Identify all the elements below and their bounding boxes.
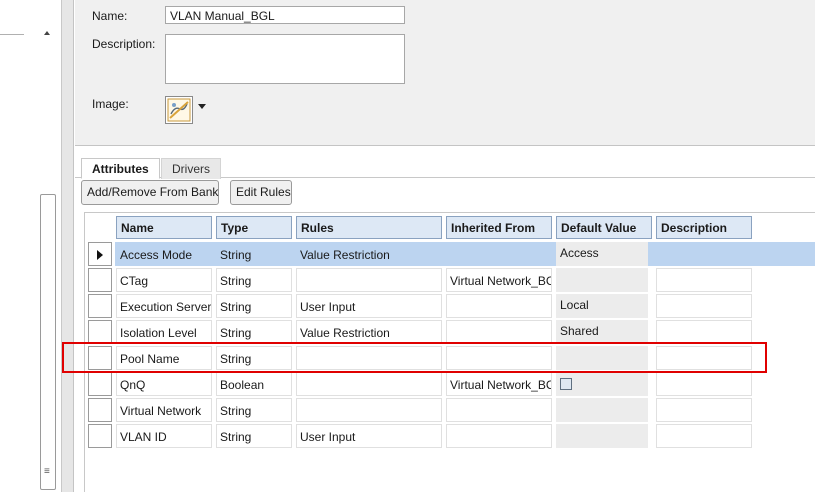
table-row[interactable]: VLAN ID String User Input [85, 423, 815, 449]
tab-drivers[interactable]: Drivers [161, 158, 221, 179]
cell-rules[interactable] [296, 372, 442, 396]
cell-name[interactable]: Access Mode [116, 242, 212, 266]
cell-default-value[interactable] [556, 268, 648, 292]
cell-type[interactable]: String [216, 424, 292, 448]
cell-description[interactable] [656, 242, 752, 266]
cell-rules[interactable]: User Input [296, 424, 442, 448]
cell-description[interactable] [656, 294, 752, 318]
tab-strip: Attributes Drivers [75, 158, 815, 179]
highlight-box [62, 342, 767, 373]
cell-type[interactable]: String [216, 398, 292, 422]
cell-type[interactable]: String [216, 294, 292, 318]
left-pane: ≡ [0, 0, 62, 492]
cell-type[interactable]: Boolean [216, 372, 292, 396]
vertical-scrollbar[interactable]: ≡ [40, 194, 56, 490]
current-row-pointer-icon [97, 250, 103, 260]
grid-header: Name Type Rules Inherited From Default V… [85, 213, 815, 241]
attributes-content: Attributes Drivers Add/Remove From Bank … [75, 146, 815, 492]
cell-description[interactable] [656, 320, 752, 344]
cell-rules[interactable] [296, 268, 442, 292]
table-row[interactable]: QnQ Boolean Virtual Network_BC [85, 371, 815, 397]
cell-inherited-from[interactable]: Virtual Network_BC [446, 268, 552, 292]
cell-name[interactable]: Virtual Network [116, 398, 212, 422]
cell-inherited-from[interactable]: Virtual Network_BC [446, 372, 552, 396]
cell-rules[interactable]: Value Restriction [296, 320, 442, 344]
add-remove-from-bank-button[interactable]: Add/Remove From Bank [81, 180, 219, 205]
table-row[interactable]: Access Mode String Value Restriction Acc… [85, 241, 815, 267]
properties-header: Name: VLAN Manual_BGL Description: Image… [75, 0, 815, 146]
tab-attributes[interactable]: Attributes [81, 158, 160, 179]
name-label: Name: [92, 9, 128, 23]
row-selector[interactable] [88, 242, 112, 266]
cell-default-value[interactable]: Local [556, 294, 648, 318]
row-selector[interactable] [88, 372, 112, 396]
cell-name[interactable]: QnQ [116, 372, 212, 396]
cell-type[interactable]: String [216, 320, 292, 344]
cell-inherited-from[interactable] [446, 242, 552, 266]
network-image-icon [167, 98, 191, 122]
row-selector[interactable] [88, 398, 112, 422]
cell-default-value[interactable] [556, 424, 648, 448]
cell-description[interactable] [656, 424, 752, 448]
image-dropdown-caret-icon[interactable] [198, 104, 206, 109]
cell-inherited-from[interactable] [446, 398, 552, 422]
cell-default-value[interactable] [556, 398, 648, 422]
description-label: Description: [92, 37, 156, 51]
row-selector[interactable] [88, 268, 112, 292]
cell-rules[interactable] [296, 398, 442, 422]
column-header-description[interactable]: Description [656, 216, 752, 239]
cell-inherited-from[interactable] [446, 294, 552, 318]
cell-type[interactable]: String [216, 268, 292, 292]
cell-name[interactable]: Isolation Level [116, 320, 212, 344]
cell-description[interactable] [656, 398, 752, 422]
cell-default-value[interactable]: Shared [556, 320, 648, 344]
cell-default-value[interactable] [556, 372, 648, 396]
column-header-rules[interactable]: Rules [296, 216, 442, 239]
cell-default-value[interactable]: Access [556, 242, 648, 266]
edit-rules-button[interactable]: Edit Rules [230, 180, 292, 205]
cell-description[interactable] [656, 372, 752, 396]
image-picker-button[interactable] [165, 96, 193, 124]
cell-name[interactable]: VLAN ID [116, 424, 212, 448]
scroll-grip-icon: ≡ [44, 466, 50, 477]
table-row[interactable]: Virtual Network String [85, 397, 815, 423]
cell-description[interactable] [656, 268, 752, 292]
cell-name[interactable]: Execution Server [116, 294, 212, 318]
cell-type[interactable]: String [216, 242, 292, 266]
table-row[interactable]: CTag String Virtual Network_BC [85, 267, 815, 293]
description-field[interactable] [165, 34, 405, 84]
column-header-inherited-from[interactable]: Inherited From [446, 216, 552, 239]
default-value-checkbox[interactable] [560, 378, 572, 391]
cell-rules[interactable]: User Input [296, 294, 442, 318]
cell-name[interactable]: CTag [116, 268, 212, 292]
pane-splitter[interactable] [62, 0, 74, 492]
cell-inherited-from[interactable] [446, 320, 552, 344]
row-selector[interactable] [88, 424, 112, 448]
cell-inherited-from[interactable] [446, 424, 552, 448]
column-header-type[interactable]: Type [216, 216, 292, 239]
row-selector[interactable] [88, 294, 112, 318]
column-header-default-value[interactable]: Default Value [556, 216, 652, 239]
image-label: Image: [92, 97, 129, 111]
name-field[interactable]: VLAN Manual_BGL [165, 6, 405, 24]
scroll-up-arrow-icon[interactable] [42, 28, 52, 38]
column-header-name[interactable]: Name [116, 216, 212, 239]
cell-rules[interactable]: Value Restriction [296, 242, 442, 266]
left-divider [0, 34, 24, 35]
row-selector[interactable] [88, 320, 112, 344]
table-row[interactable]: Execution Server String User Input Local [85, 293, 815, 319]
